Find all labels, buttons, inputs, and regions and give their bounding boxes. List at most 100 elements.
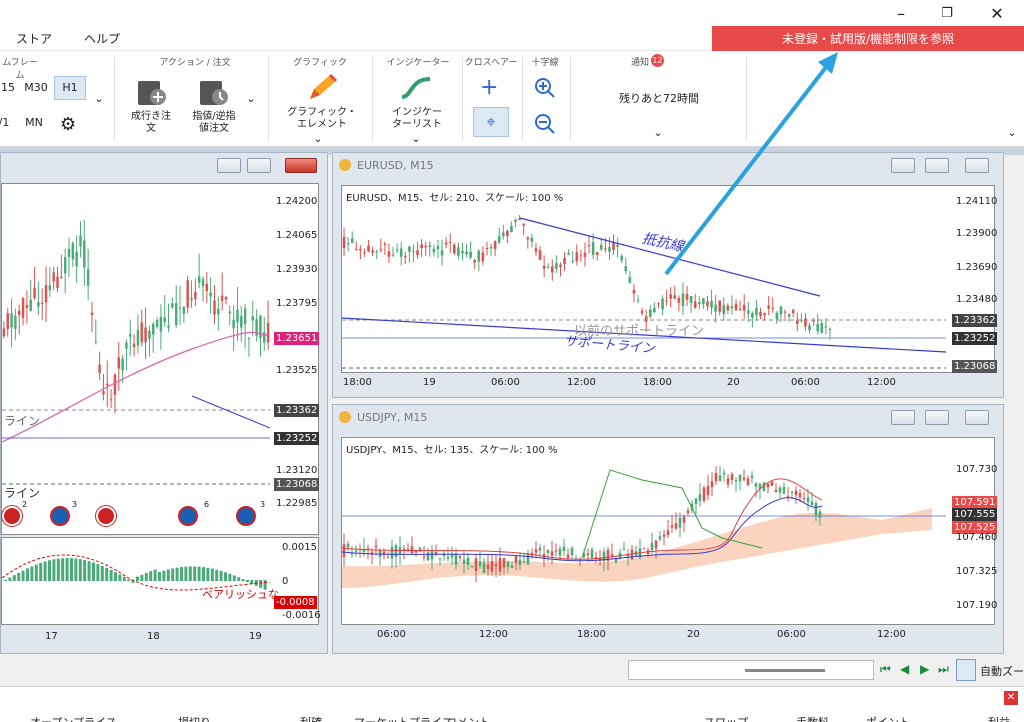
market-order-label[interactable]: 成行き注 文 (124, 111, 178, 135)
candle-body (665, 300, 668, 302)
indicators-label[interactable]: インジケー ターリスト (382, 107, 452, 131)
candle-body (783, 311, 787, 313)
last-page-icon[interactable]: ⏭ (938, 662, 949, 677)
tf-button-mn[interactable]: MN (20, 113, 48, 133)
chart-mode-icon[interactable] (956, 659, 976, 681)
candle-body (140, 322, 143, 343)
close-icon[interactable]: ✕ (1004, 691, 1018, 705)
histogram-bar (232, 575, 236, 581)
candle-body (751, 312, 754, 318)
market-order-icon[interactable] (136, 77, 168, 107)
candle-body (630, 549, 634, 560)
col-profit[interactable]: 利益 (988, 714, 1010, 722)
col-points[interactable]: ポイント (866, 714, 910, 722)
scroll-thumb[interactable] (745, 669, 825, 672)
candle-body (828, 328, 832, 330)
y-label: 1.23930 (276, 264, 318, 275)
candle-body (436, 245, 440, 249)
limit-order-icon[interactable] (198, 77, 230, 107)
zoom-in-icon[interactable] (534, 77, 556, 99)
ribbon-separator (114, 57, 115, 141)
title-bar: – ❐ ✕ (0, 0, 1024, 26)
minimize-icon[interactable] (891, 158, 915, 173)
histogram-bar (12, 575, 16, 581)
zoom-out-icon[interactable] (534, 113, 556, 135)
prev-icon[interactable]: ◀ (900, 662, 909, 676)
histogram-bar (188, 566, 192, 581)
col-stop-loss[interactable]: 損切り (178, 714, 211, 722)
horizontal-scrollbar[interactable] (628, 660, 874, 680)
candle-body (812, 320, 815, 322)
ribbon-collapse-icon[interactable]: ⌄ (1004, 123, 1020, 143)
tf-button-m30[interactable]: M30 (22, 78, 50, 98)
next-icon[interactable]: ▶ (920, 662, 929, 676)
candle-body (622, 549, 626, 551)
graphics-group-title: グラフィック (293, 58, 347, 68)
restore-button[interactable]: ❐ (924, 0, 970, 26)
first-page-icon[interactable]: ⏮ (880, 662, 891, 677)
candle-body (795, 320, 799, 324)
crosshair-icon[interactable]: + (480, 75, 498, 100)
candle-body (506, 561, 510, 568)
candle-body (642, 548, 646, 550)
candle-body (754, 483, 758, 487)
actions-dropdown-icon[interactable]: ⌄ (244, 89, 258, 109)
candle-body (674, 523, 678, 529)
graphics-dropdown-icon[interactable]: ⌄ (306, 129, 330, 149)
col-swap[interactable]: スワップ (704, 714, 748, 722)
col-commission[interactable]: 手数料 (796, 714, 829, 722)
tf-button-w1[interactable]: /1 (0, 113, 18, 133)
left-price-chart[interactable]: 1.24200 1.24065 1.23930 1.23795 1.23651 … (1, 183, 320, 535)
left-chart-titlebar[interactable] (1, 153, 327, 179)
y-label: 1.24065 (276, 230, 318, 241)
maximize-icon[interactable] (925, 158, 949, 173)
globe-icon[interactable] (178, 506, 198, 526)
candle-body (152, 323, 155, 335)
usdjpy-titlebar[interactable]: USDJPY, M15 (333, 405, 1003, 431)
gear-icon[interactable]: ⚙ (60, 114, 76, 135)
limit-order-label[interactable]: 指値/逆指 値注文 (184, 111, 244, 135)
usdjpy-price-chart[interactable]: USDJPY、M15、セル: 135、スケール: 100 % 107.730 1… (341, 437, 998, 625)
tf-dropdown-icon[interactable]: ⌄ (92, 89, 106, 109)
menu-store[interactable]: ストア (16, 30, 52, 47)
flag-icon[interactable] (2, 506, 22, 526)
pencil-icon[interactable] (304, 73, 340, 105)
x-label: 19 (423, 377, 436, 388)
candle-body (714, 304, 717, 312)
annotation-arrow (664, 52, 838, 276)
auto-scroll-label[interactable]: 自動ズー (980, 663, 1024, 679)
tf-button-h1[interactable]: H1 (54, 76, 86, 100)
left-oscillator[interactable]: 0.0015 0 -0.0008 -0.0016 ベアリッシュな (1, 537, 321, 625)
flag-icon[interactable] (96, 506, 116, 526)
close-icon[interactable] (965, 158, 989, 173)
indicators-dropdown-icon[interactable]: ⌄ (404, 129, 428, 149)
histogram-bar (100, 565, 104, 581)
maximize-icon[interactable] (925, 410, 949, 425)
menu-help[interactable]: ヘルプ (84, 30, 120, 47)
tf-button-m15[interactable]: 15 (0, 78, 22, 98)
close-button[interactable]: ✕ (974, 0, 1020, 26)
candle-body (86, 269, 90, 286)
col-comment[interactable]: コメント (446, 714, 490, 722)
candle-body (686, 510, 690, 514)
close-icon[interactable] (965, 410, 989, 425)
event-count: 2 (22, 500, 28, 509)
col-take-profit[interactable]: 利確 (300, 714, 322, 722)
candle-body (738, 309, 742, 311)
y-label: 1.23480 (956, 294, 998, 305)
col-open-price[interactable]: オープンプライス (30, 714, 117, 722)
minimize-button[interactable]: – (878, 0, 924, 26)
candle-body (144, 327, 147, 343)
globe-icon[interactable] (236, 506, 256, 526)
maximize-icon[interactable] (247, 158, 271, 173)
crosshair-plus-icon[interactable]: ⌖ (473, 107, 509, 137)
col-market-price[interactable]: マーケットプライス (354, 714, 453, 722)
histogram-bar (30, 566, 34, 581)
minimize-icon[interactable] (217, 158, 241, 173)
histogram-bar (193, 566, 197, 581)
graphics-label[interactable]: グラフィック・ エレメント (280, 107, 364, 131)
globe-icon[interactable] (50, 506, 70, 526)
close-icon[interactable] (285, 158, 317, 173)
minimize-icon[interactable] (891, 410, 915, 425)
indicator-curve-icon[interactable] (398, 73, 434, 103)
